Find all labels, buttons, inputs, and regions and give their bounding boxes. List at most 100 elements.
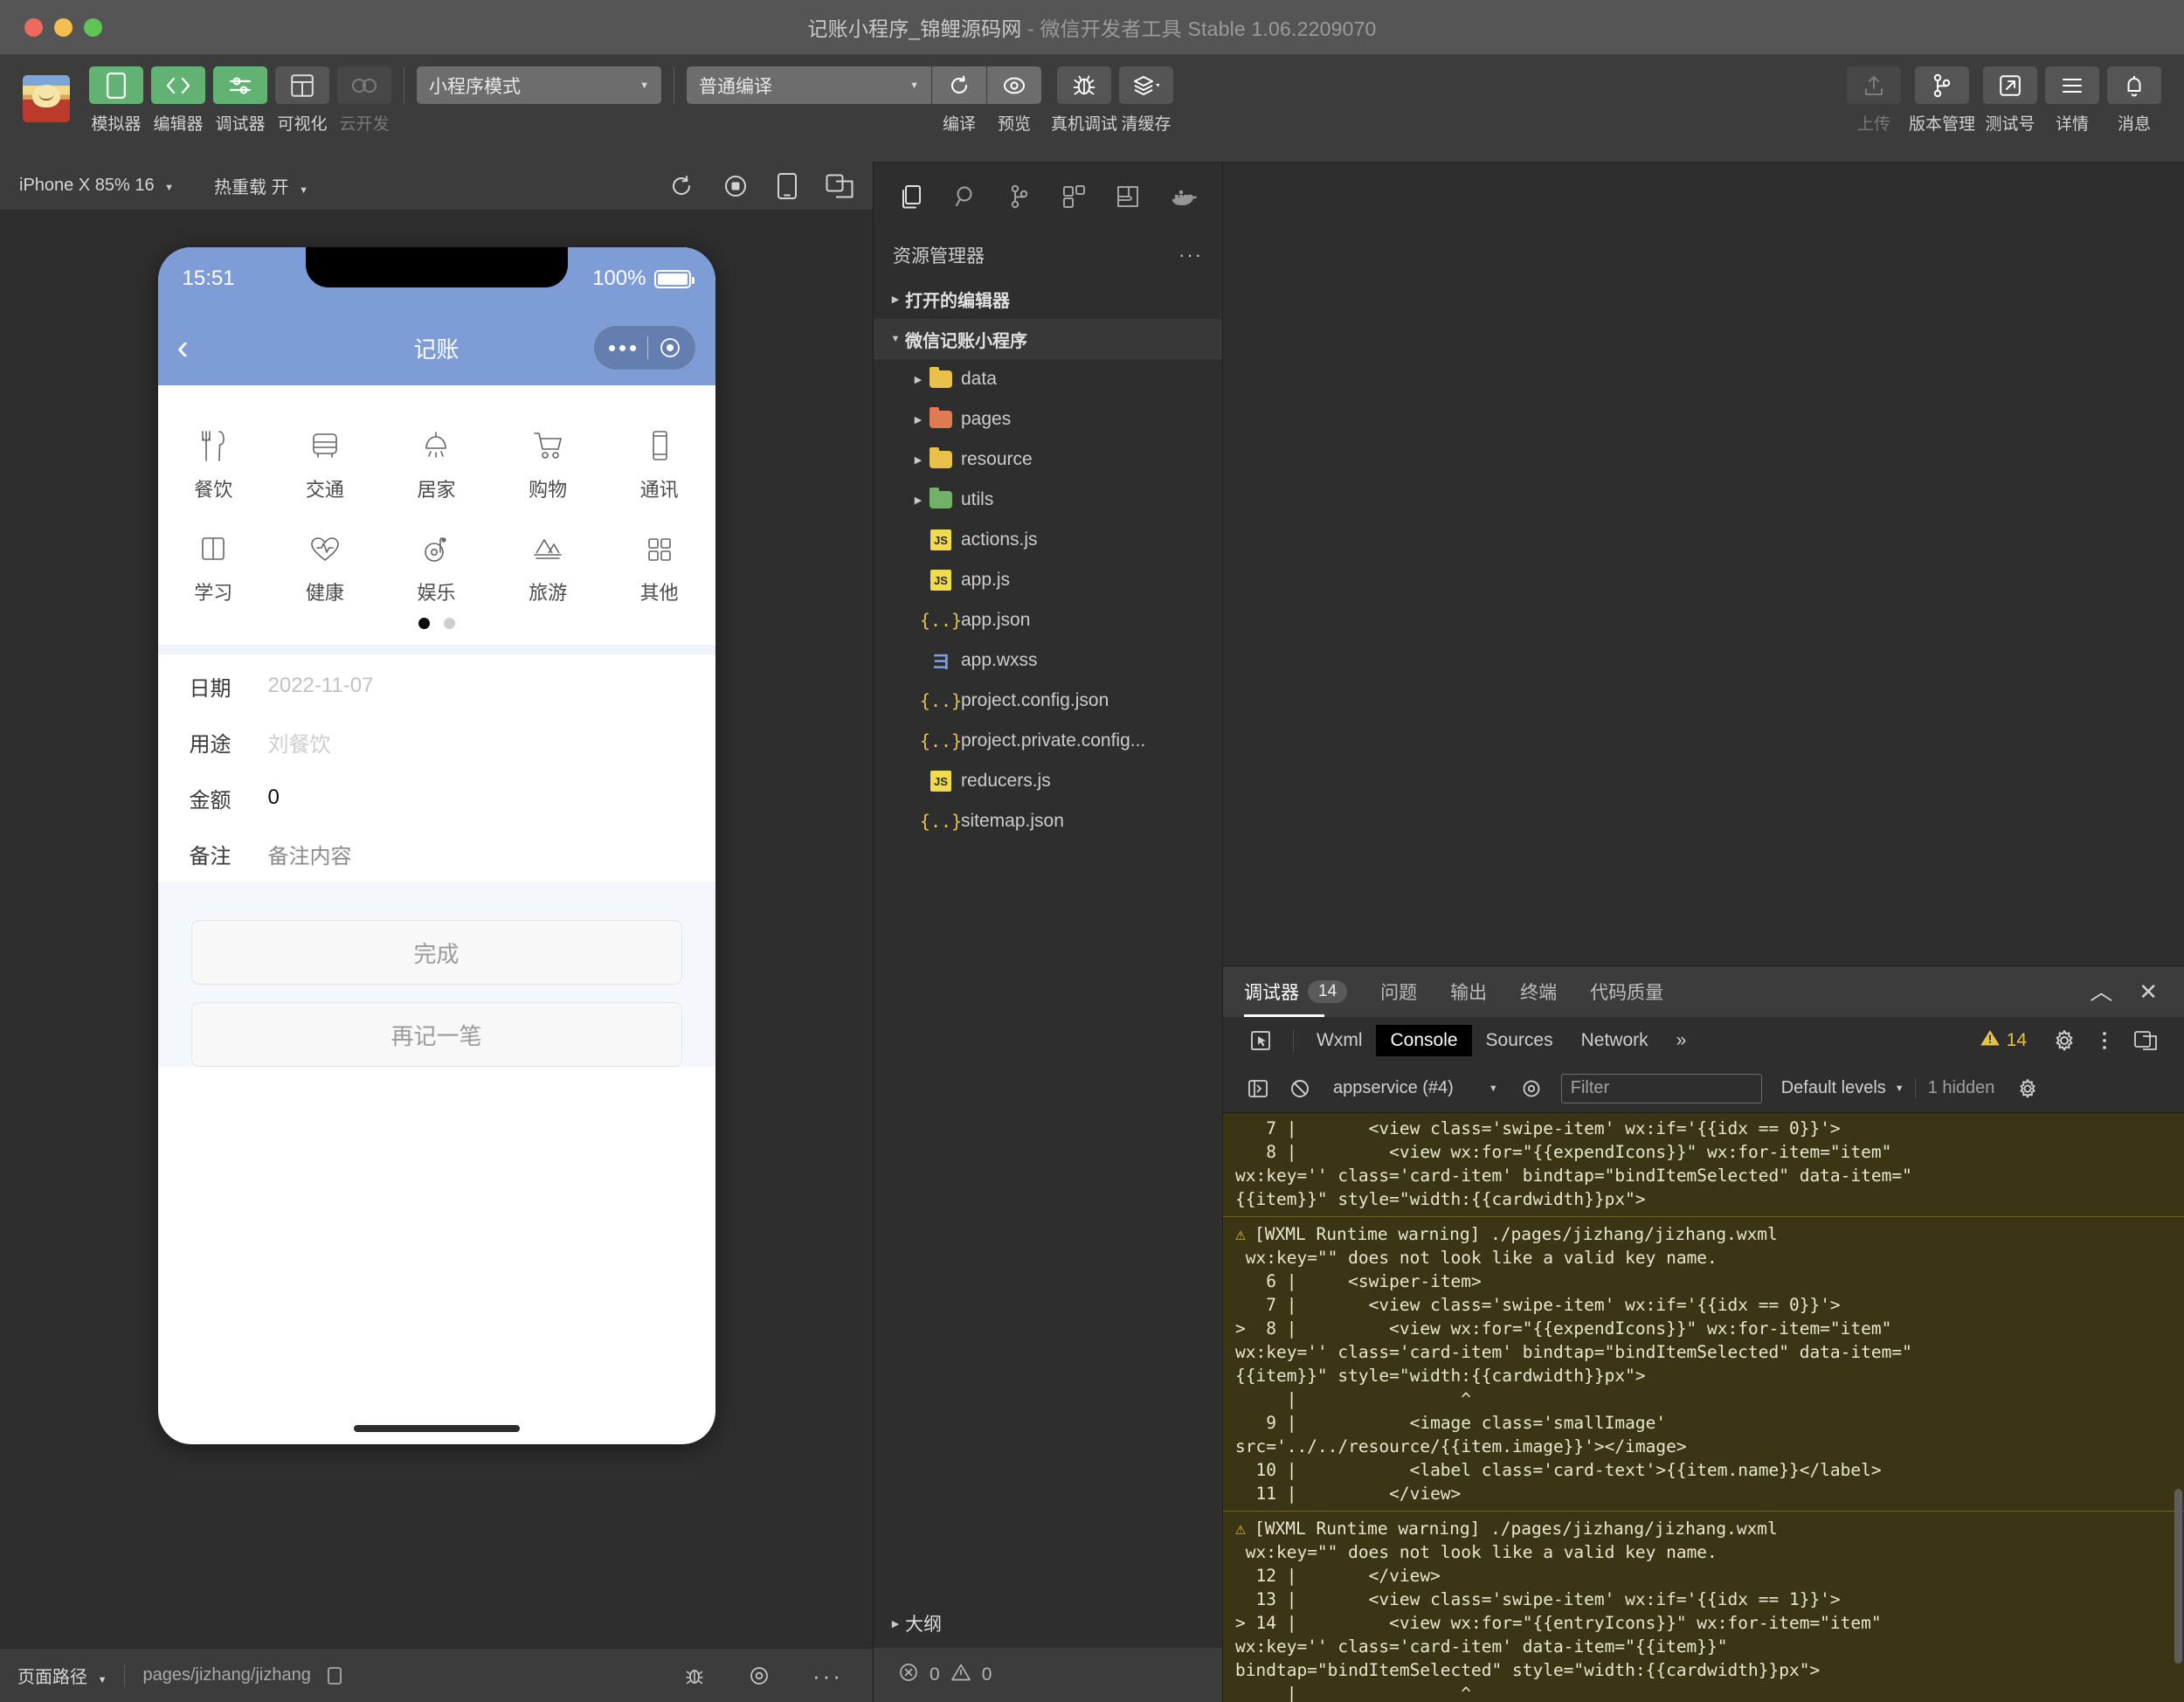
tree-item-utils[interactable]: ▶ utils: [874, 480, 1222, 520]
bug-icon[interactable]: [683, 1664, 706, 1687]
section-project-root[interactable]: ▼ 微信记账小程序: [874, 319, 1222, 359]
more-icon[interactable]: ···: [812, 1664, 843, 1687]
close-window-button[interactable]: [24, 17, 43, 37]
category-item-gouwu[interactable]: 购物: [492, 415, 604, 518]
toggle-simulator-button[interactable]: 模拟器: [89, 66, 143, 135]
details-button[interactable]: 详情: [2045, 66, 2099, 135]
user-avatar[interactable]: [23, 75, 70, 122]
form-value-date[interactable]: 2022-11-07: [268, 674, 374, 698]
category-item-jujia[interactable]: 居家: [381, 415, 493, 518]
device-icon[interactable]: [777, 172, 798, 200]
tab-terminal[interactable]: 终端: [1520, 966, 1557, 1017]
refresh-icon[interactable]: [668, 173, 695, 199]
add-another-button[interactable]: 再记一笔: [190, 1002, 682, 1067]
inspect-icon[interactable]: [1237, 1029, 1284, 1052]
tab-debugger[interactable]: 调试器 14: [1244, 966, 1348, 1017]
editor-empty-area[interactable]: [1223, 162, 2184, 965]
tab-output[interactable]: 输出: [1450, 966, 1487, 1017]
files-icon[interactable]: [898, 183, 924, 210]
tree-item-data[interactable]: ▶ data: [874, 359, 1222, 399]
finish-button[interactable]: 完成: [190, 920, 682, 985]
category-item-jiankang[interactable]: 健康: [269, 518, 381, 621]
mode-select[interactable]: 小程序模式 ▼: [417, 66, 661, 104]
chevron-double-right-icon[interactable]: »: [1662, 1025, 1701, 1056]
category-item-canyin[interactable]: 餐饮: [158, 415, 270, 518]
ellipsis-icon[interactable]: ···: [1178, 244, 1203, 266]
tree-item-app-wxss[interactable]: ヨ app.wxss: [874, 640, 1222, 681]
category-item-jiaotong[interactable]: 交通: [269, 415, 381, 518]
tree-item-resource[interactable]: ▶ resource: [874, 439, 1222, 480]
category-item-xuexi[interactable]: 学习: [158, 518, 270, 621]
version-control-button[interactable]: 版本管理: [1909, 66, 1975, 135]
maximize-window-button[interactable]: [84, 17, 102, 37]
context-select[interactable]: appservice (#4) ▼: [1321, 1078, 1510, 1098]
problems-status[interactable]: 0 0: [874, 1648, 1222, 1702]
category-item-yule[interactable]: 娱乐: [381, 518, 493, 621]
outline-section[interactable]: ▶ 大纲: [874, 1599, 1222, 1648]
gear-icon[interactable]: [2007, 1078, 2049, 1099]
wechat-capsule[interactable]: [592, 325, 696, 370]
eye-icon[interactable]: [1510, 1078, 1552, 1099]
swiper-dot-active[interactable]: [418, 618, 430, 629]
wxml-panel-icon[interactable]: [1115, 184, 1141, 209]
toggle-debugger-button[interactable]: 调试器: [213, 66, 267, 135]
page-path-select[interactable]: 页面路径 ▼: [17, 1663, 107, 1688]
form-row-purpose[interactable]: 用途 刘餐饮: [158, 714, 715, 770]
preview-button[interactable]: 预览: [987, 66, 1041, 135]
minimize-window-button[interactable]: [54, 17, 73, 37]
chevron-up-icon[interactable]: ︿: [2090, 980, 2112, 1003]
copy-icon[interactable]: [323, 1664, 344, 1687]
compile-select[interactable]: 普通编译 ▼: [687, 66, 931, 104]
docker-icon[interactable]: [1170, 186, 1198, 207]
tree-item-app-js[interactable]: JS app.js: [874, 560, 1222, 600]
section-open-editors[interactable]: ▶ 打开的编辑器: [874, 279, 1222, 319]
compile-button[interactable]: 编译: [932, 66, 986, 135]
console-output[interactable]: 7 | <view class='swipe-item' wx:if='{{id…: [1223, 1113, 2184, 1702]
dock-icon[interactable]: [2121, 1029, 2170, 1052]
form-row-amount[interactable]: 金额 0: [158, 770, 715, 826]
messages-button[interactable]: 消息: [2107, 66, 2161, 135]
console-tab-network[interactable]: Network: [1567, 1025, 1662, 1056]
extensions-icon[interactable]: [1061, 183, 1087, 210]
category-item-tongxun[interactable]: 通讯: [604, 415, 715, 518]
cloud-dev-button[interactable]: 云开发: [337, 66, 391, 135]
filter-input[interactable]: Filter: [1560, 1073, 1762, 1104]
tree-item-reducers-js[interactable]: JS reducers.js: [874, 761, 1222, 801]
eye-icon[interactable]: [748, 1664, 771, 1687]
form-row-date[interactable]: 日期 2022-11-07: [158, 658, 715, 714]
tree-item-project-private-config[interactable]: {..} project.private.config...: [874, 721, 1222, 761]
tab-code-quality[interactable]: 代码质量: [1590, 966, 1663, 1017]
real-device-debug-button[interactable]: 真机调试: [1051, 66, 1117, 135]
category-item-qita[interactable]: 其他: [604, 518, 715, 621]
close-icon[interactable]: ✕: [2139, 980, 2158, 1003]
toggle-editor-button[interactable]: 编辑器: [151, 66, 205, 135]
form-row-note[interactable]: 备注 备注内容: [158, 826, 715, 882]
log-levels-select[interactable]: Default levels ▼: [1771, 1078, 1915, 1098]
kebab-icon[interactable]: [2088, 1029, 2121, 1052]
record-icon[interactable]: [722, 173, 749, 199]
device-select[interactable]: iPhone X 85% 16 ▼: [19, 176, 174, 196]
console-group-1[interactable]: ⚠ [WXML Runtime warning] ./pages/jizhang…: [1223, 1217, 2184, 1512]
source-control-icon[interactable]: [1007, 183, 1032, 210]
console-tab-sources[interactable]: Sources: [1472, 1025, 1567, 1056]
category-item-lvyou[interactable]: 旅游: [492, 518, 604, 621]
no-entry-icon[interactable]: [1279, 1078, 1321, 1099]
console-tab-wxml[interactable]: Wxml: [1303, 1025, 1376, 1056]
form-value-amount[interactable]: 0: [268, 785, 280, 810]
tree-item-project-config[interactable]: {..} project.config.json: [874, 681, 1222, 721]
tree-item-app-json[interactable]: {..} app.json: [874, 600, 1222, 640]
hot-reload-select[interactable]: 热重载 开 ▼: [214, 173, 308, 198]
tab-problems[interactable]: 问题: [1380, 966, 1417, 1017]
tree-item-actions-js[interactable]: JS actions.js: [874, 520, 1222, 560]
panel-icon[interactable]: [1237, 1078, 1279, 1099]
console-tab-console[interactable]: Console: [1376, 1025, 1472, 1056]
target-icon[interactable]: [648, 336, 692, 359]
console-scrollbar[interactable]: [2174, 1489, 2182, 1664]
warning-count-badge[interactable]: 14: [1966, 1029, 2041, 1052]
more-dots-icon[interactable]: [598, 344, 647, 351]
search-icon[interactable]: [953, 183, 979, 210]
tree-item-pages[interactable]: ▶ pages: [874, 399, 1222, 439]
gear-icon[interactable]: [2041, 1029, 2088, 1052]
multi-window-icon[interactable]: [826, 174, 854, 198]
toggle-visualization-button[interactable]: 可视化: [275, 66, 329, 135]
